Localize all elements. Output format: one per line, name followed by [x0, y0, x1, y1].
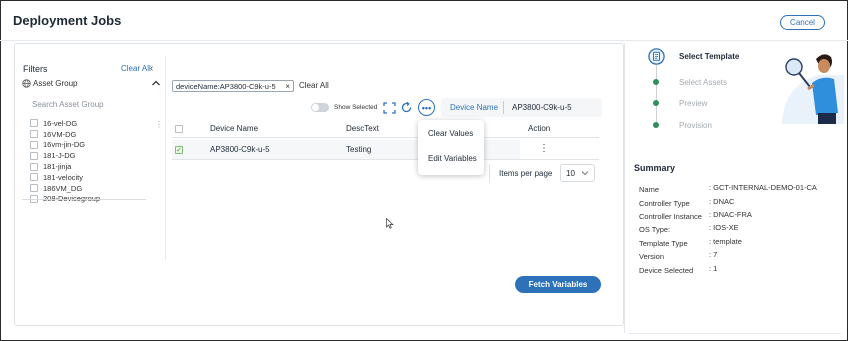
mouse-cursor-icon	[386, 218, 394, 229]
filter-chip-label: deviceName:AP3800-C9k-u-5	[176, 81, 276, 91]
items-per-page-label: Items per page	[499, 169, 553, 178]
checkbox[interactable]	[30, 119, 38, 128]
search-input[interactable]: AP3800-C9k-u-5	[512, 103, 572, 112]
asset-group-label: 16-vel-DG	[43, 118, 78, 128]
more-options-button[interactable]: •••	[418, 99, 435, 116]
asset-group-label: 181-J-DG	[43, 151, 76, 161]
summary-bottom-divider	[628, 333, 841, 334]
refresh-icon[interactable]	[400, 101, 413, 114]
menu-item-clear-values[interactable]: Clear Values	[428, 129, 473, 138]
template-step-icon	[648, 48, 665, 65]
column-header-device-name[interactable]: Device Name	[210, 124, 258, 133]
summary-key: Controller Instance	[639, 212, 702, 221]
filters-divider	[22, 199, 146, 200]
stepper-line	[656, 65, 657, 127]
table-header-divider	[172, 137, 599, 138]
asset-group-label: Asset Group	[33, 79, 78, 88]
header-divider	[0, 40, 848, 41]
filters-title: Filters	[23, 64, 48, 74]
asset-group-label: 181-jinja	[43, 162, 72, 172]
step-preview: Preview	[679, 99, 708, 108]
fetch-variables-button[interactable]: Fetch Variables	[515, 276, 601, 293]
summary-value: : template	[709, 237, 742, 246]
asset-group-list: 16-vel-DG 16VM-DG 16vm-jin-DG 181-J-DG 1…	[30, 118, 155, 204]
list-item[interactable]: 16vm-jin-DG	[30, 140, 155, 151]
remove-chip-icon[interactable]: ×	[285, 82, 290, 91]
collapse-filters-icon[interactable]: ‹	[150, 63, 153, 74]
list-item[interactable]: 16VM-DG	[30, 129, 155, 140]
select-all-checkbox[interactable]	[175, 125, 183, 133]
checkbox[interactable]	[30, 130, 38, 139]
filters-panel-divider	[165, 56, 166, 260]
summary-key: Version	[639, 252, 665, 261]
show-selected-toggle[interactable]	[311, 103, 329, 112]
more-options-menu: Clear Values Edit Variables	[418, 120, 484, 175]
summary-value: : GCT-INTERNAL-DEMO-01-CA	[709, 183, 817, 192]
filters-clear-all-link[interactable]: Clear All	[121, 64, 151, 73]
summary-key: OS Type:	[639, 225, 671, 234]
globe-icon	[22, 79, 31, 88]
step-select-template: Select Template	[679, 52, 740, 61]
search-separator	[503, 101, 504, 114]
list-item[interactable]: 16-vel-DG	[30, 118, 155, 129]
step-dot	[653, 122, 659, 128]
asset-group-label: 186VM_DG	[43, 183, 83, 193]
row-action-kebab-icon[interactable]: ⋮	[539, 143, 549, 154]
table-row-divider	[172, 159, 599, 160]
items-per-page-value: 10	[566, 168, 575, 178]
summary-key: Name	[639, 185, 660, 194]
menu-item-edit-variables[interactable]: Edit Variables	[428, 154, 477, 163]
checkbox[interactable]	[30, 162, 38, 171]
right-panel-divider	[624, 43, 625, 333]
checkbox[interactable]	[30, 151, 38, 160]
column-header-action: Action	[528, 124, 551, 133]
step-provision: Provision	[679, 121, 712, 130]
page-title: Deployment Jobs	[13, 13, 122, 28]
chevron-up-icon[interactable]	[151, 79, 161, 87]
chips-clear-all-link[interactable]: Clear All	[299, 81, 329, 90]
summary-value: : 7	[709, 250, 718, 259]
show-selected-label: Show Selected	[334, 104, 378, 111]
list-item[interactable]: 181-jinja	[30, 161, 155, 172]
list-item[interactable]: 181-J-DG	[30, 150, 155, 161]
summary-title: Summary	[634, 163, 676, 173]
search-field-dropdown[interactable]: Device Name	[450, 103, 498, 112]
asset-group-label: 181-velocity	[43, 172, 84, 182]
summary-key: Template Type	[639, 239, 688, 248]
cell-desctext: Testing	[346, 145, 372, 154]
column-header-desctext[interactable]: DescText	[346, 124, 379, 133]
list-item[interactable]: 181-velocity	[30, 172, 155, 183]
asset-group-label: 16vm-jin-DG	[43, 140, 86, 150]
cell-device-name: AP3800-C9k-u-5	[210, 145, 270, 154]
checkbox[interactable]	[30, 140, 38, 149]
asset-group-label: 16VM-DG	[43, 129, 77, 139]
checkbox[interactable]	[30, 173, 38, 182]
chevron-down-icon	[581, 171, 589, 176]
step-dot	[653, 100, 659, 106]
filter-chip: deviceName:AP3800-C9k-u-5 ×	[172, 80, 294, 92]
step-select-assets: Select Assets	[679, 78, 728, 87]
summary-value: : 1	[709, 264, 718, 273]
checkbox[interactable]	[30, 184, 38, 193]
summary-value: : IOS-XE	[709, 223, 739, 232]
asset-group-search-input[interactable]: Search Asset Group	[32, 100, 104, 109]
step-dot	[653, 79, 659, 85]
list-scrollbar[interactable]: ⋮	[155, 120, 163, 129]
cancel-button[interactable]: Cancel	[780, 15, 825, 30]
person-magnifier-illustration	[782, 54, 844, 124]
items-per-page-select[interactable]: 10	[560, 164, 595, 182]
list-item[interactable]: 186VM_DG	[30, 183, 155, 194]
row-checkbox[interactable]: ✓	[175, 146, 183, 154]
expand-icon[interactable]	[383, 102, 396, 114]
summary-key: Device Selected	[639, 266, 694, 275]
pagination-separator	[489, 164, 490, 182]
summary-key: Controller Type	[639, 199, 690, 208]
summary-value: : DNAC-FRA	[709, 210, 752, 219]
summary-value: : DNAC	[709, 197, 735, 206]
